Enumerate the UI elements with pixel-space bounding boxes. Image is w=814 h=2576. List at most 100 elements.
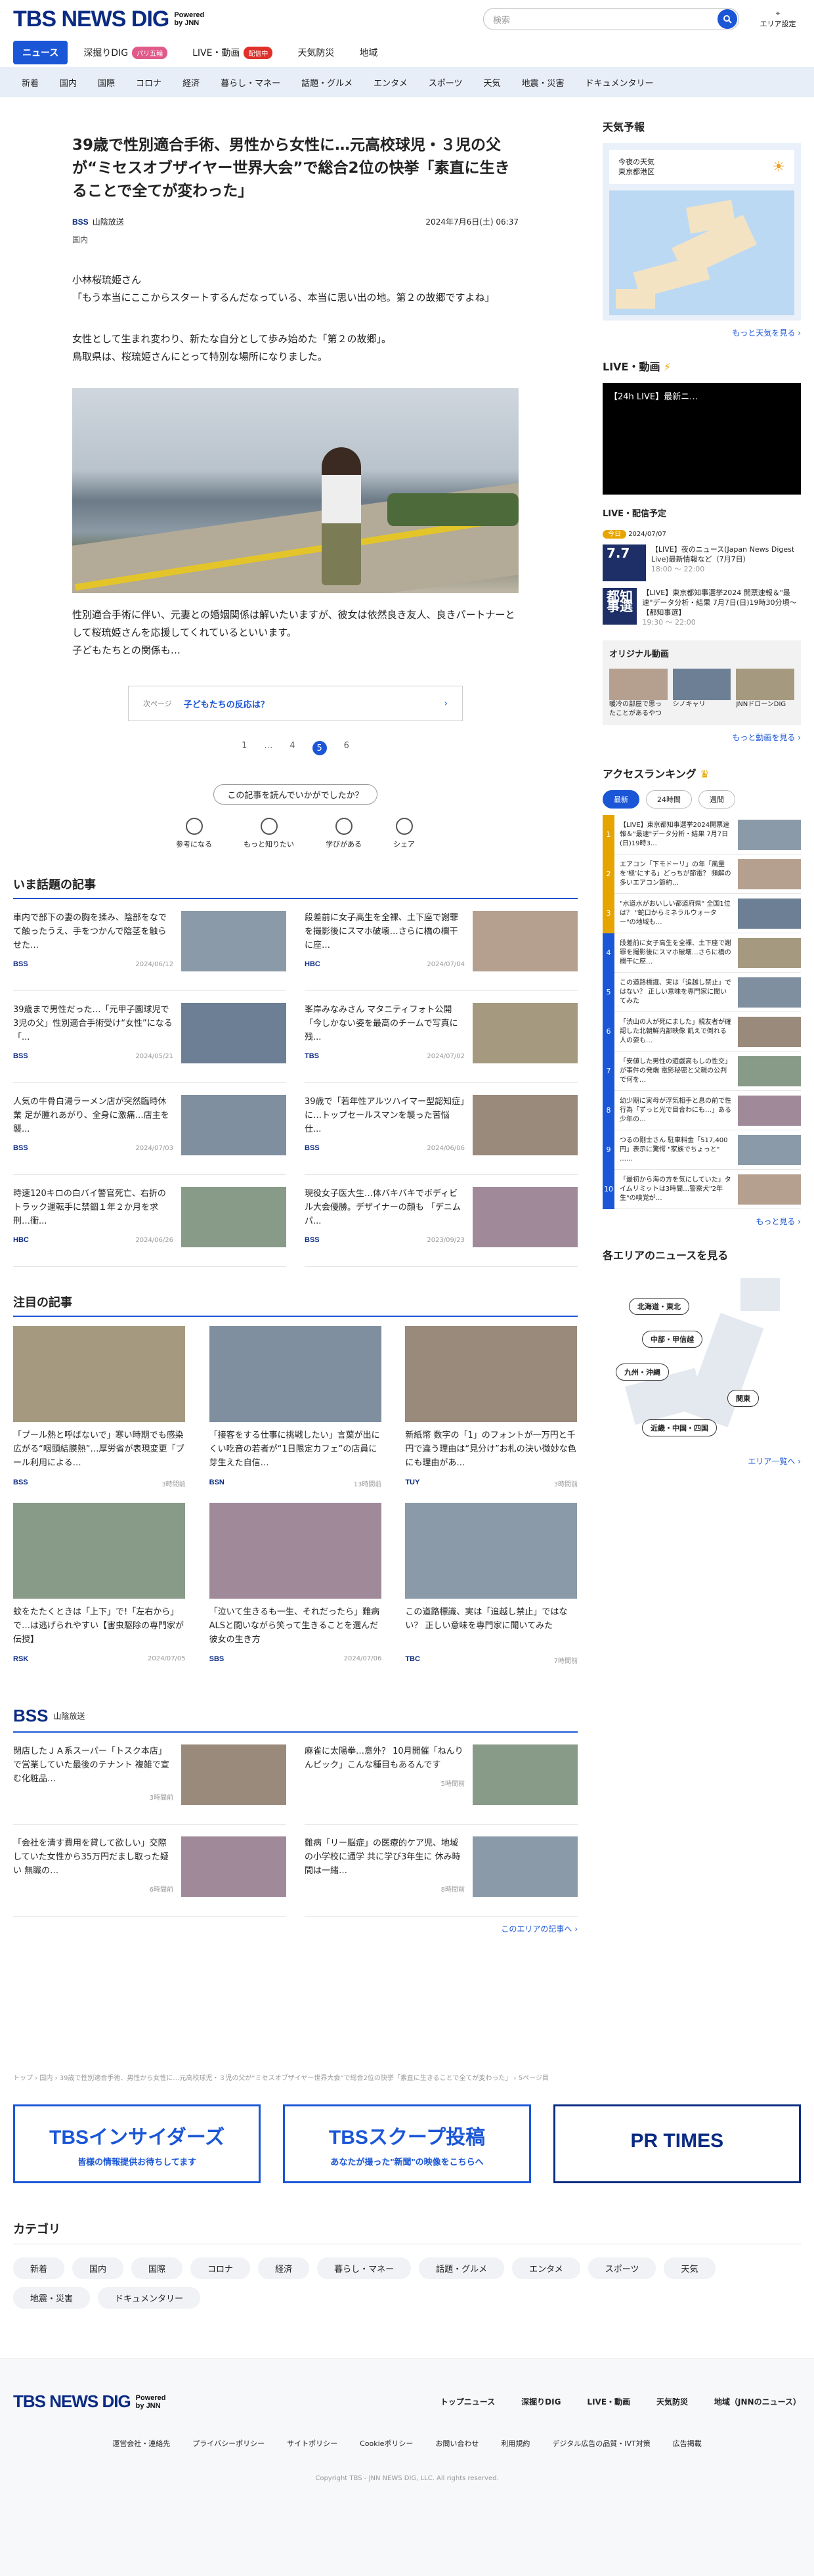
banner-2[interactable]: PR TIMES [553, 2104, 801, 2183]
ranking-tab[interactable]: 週間 [698, 790, 735, 809]
ranking-tab[interactable]: 最新 [603, 790, 639, 809]
sub-nav-item[interactable]: 天気 [475, 72, 509, 93]
category-pill[interactable]: 天気 [664, 2257, 716, 2279]
ranking-item[interactable]: 6 「渋山の人が死にました」親友者が確認した北朝鮮内部映像 飢えで倒れる人の姿も… [603, 1011, 801, 1052]
footer-link[interactable]: 利用規約 [501, 2438, 530, 2449]
category-pill[interactable]: ドキュメンタリー [98, 2287, 201, 2309]
area-button[interactable]: 九州・沖縄 [616, 1364, 669, 1381]
sub-nav-item[interactable]: 国際 [89, 72, 123, 93]
sub-nav-item[interactable]: 地震・災害 [513, 72, 573, 93]
feedback-button[interactable]: 学びがある [326, 818, 362, 849]
trending-card[interactable]: 段差前に女子高生を全裸、土下座で謝罪を撮影後にスマホ破壊…さらに橋の欄干に座… H… [305, 899, 578, 991]
bss-card[interactable]: 難病「リー脳症」の医療的ケア児、地域の小学校に通学 共に学び3年生に 休み時間は… [305, 1825, 578, 1917]
footer-nav-link[interactable]: 地域（JNNのニュース） [714, 2396, 801, 2407]
article-source-logo[interactable]: BSS [72, 217, 89, 227]
category-pill[interactable]: 経済 [258, 2257, 310, 2279]
live-video-player[interactable]: 【24h LIVE】最新ニ… [603, 383, 801, 495]
footer-link[interactable]: Cookieポリシー [360, 2438, 413, 2449]
category-pill[interactable]: 話題・グルメ [419, 2257, 505, 2279]
nav-item-0[interactable]: ニュース [13, 41, 68, 64]
page-link[interactable]: 1 [242, 741, 247, 755]
footer-nav-link[interactable]: 深掘りDIG [521, 2396, 561, 2407]
category-pill[interactable]: 国内 [72, 2257, 124, 2279]
sub-nav-item[interactable]: 暮らし・マネー [212, 72, 289, 93]
original-video-card[interactable]: 暖冷の部屋で思ったことがあるやつ [609, 669, 668, 719]
trending-card[interactable]: 39歳で「若年性アルツハイマー型認知症」に…トップセールスマンを襲った苦悩 仕.… [305, 1083, 578, 1175]
ranking-item[interactable]: 3 "水道水がおいしい都道府県" 全国1位は？ "蛇口からミネラルウォーター"の地… [603, 893, 801, 933]
search-input[interactable]: 検索 [483, 8, 739, 30]
ranking-item[interactable]: 9 つるの剛士さん 駐車料金「517,400円」表示に驚愕 "家族でちょっと" …… [603, 1130, 801, 1170]
trending-card[interactable]: 車内で部下の妻の胸を揉み、陰部をなでて触ったうえ、手をつかんで陰茎を触らせた… B… [13, 899, 286, 991]
nav-item-3[interactable]: 天気防災 [288, 41, 343, 64]
area-more-link[interactable]: エリア一覧へ › [603, 1455, 801, 1467]
footer-link[interactable]: 運営会社・連絡先 [112, 2438, 170, 2449]
category-pill[interactable]: 地震・災害 [13, 2287, 91, 2309]
page-link[interactable]: 6 [344, 741, 349, 755]
featured-card[interactable]: この道路標識、実は「追越し禁止」ではない？ 正しい意味を専門家に聞いてみた TBC… [405, 1503, 578, 1665]
article-source-name[interactable]: 山陰放送 [93, 216, 124, 227]
schedule-item[interactable]: 7.7 【LIVE】夜のニュース(Japan News Digest Live)最… [603, 544, 801, 581]
sub-nav-item[interactable]: 話題・グルメ [293, 72, 361, 93]
ranking-item[interactable]: 7 「安値した男性の遊戯高もしの性交」が事件の発端 電影秘密と父親の公判で何を… [603, 1051, 801, 1091]
bss-card[interactable]: 麻雀に太陽拳…意外？ 10月開催「ねんりんピック」こんな種目もあるんです 5時間前 [305, 1733, 578, 1825]
trending-card[interactable]: 時速120キロの白バイ警官死亡、右折のトラック運転手に禁錮１年２か月を求刑…衝.… [13, 1175, 286, 1267]
area-button[interactable]: 関東 [727, 1390, 759, 1407]
feedback-button[interactable]: シェア [393, 818, 415, 849]
category-pill[interactable]: 新着 [13, 2257, 65, 2279]
ranking-more-link[interactable]: もっと見る › [603, 1216, 801, 1227]
footer-link[interactable]: お問い合わせ [435, 2438, 479, 2449]
featured-card[interactable]: 「プール熱と呼ばないで」寒い時期でも感染広がる“咽頭結膜熱”…厚労省が表現変更「… [13, 1326, 186, 1488]
trending-card[interactable]: 人気の牛骨白湯ラーメン店が突然臨時休業 足が腫れあがり、全身に激痛…店主を襲..… [13, 1083, 286, 1175]
sub-nav-item[interactable]: 経済 [174, 72, 208, 93]
area-button[interactable]: 近畿・中国・四国 [642, 1419, 717, 1436]
footer-link[interactable]: プライバシーポリシー [192, 2438, 265, 2449]
next-page-button[interactable]: 次ページ 子どもたちの反応は？ › [128, 686, 463, 721]
footer-link[interactable]: デジタル広告の品質・IVT対策 [552, 2438, 650, 2449]
sub-nav-item[interactable]: ドキュメンタリー [577, 72, 662, 93]
category-pill[interactable]: 国際 [131, 2257, 183, 2279]
banner-0[interactable]: TBSインサイダーズ 皆様の情報提供お待ちしてます [13, 2104, 261, 2183]
sub-nav-item[interactable]: 新着 [13, 72, 47, 93]
sub-nav-item[interactable]: 国内 [51, 72, 85, 93]
sub-nav-item[interactable]: エンタメ [365, 72, 416, 93]
original-video-card[interactable]: JNNドローンDIG [736, 669, 795, 719]
ranking-item[interactable]: 8 幼少期に実母が浮気相手と息の前で性行為「ずっと光で目合わにも…」ある少年の… [603, 1090, 801, 1130]
ranking-item[interactable]: 5 この道路標識、実は「追越し禁止」ではない？ 正しい意味を専門家に聞いてみた [603, 972, 801, 1012]
trending-card[interactable]: 峯岸みなみさん マタニティフォト公開 「今しかない姿を最高のチームで写真に残..… [305, 991, 578, 1083]
page-link[interactable]: 5 [312, 741, 327, 755]
weather-widget[interactable]: 今夜の天気 東京都港区 ☀ [603, 143, 801, 321]
sub-nav-item[interactable]: スポーツ [420, 72, 471, 93]
featured-card[interactable]: 蚊をたたくときは「上下」で!「左右から」で…は逃げられやすい【害虫駆除の専門家が… [13, 1503, 186, 1665]
nav-item-1[interactable]: 深掘りDIG パリ五輪 [74, 41, 177, 64]
sub-nav-item[interactable]: コロナ [127, 72, 170, 93]
footer-nav-link[interactable]: 天気防災 [656, 2396, 688, 2407]
feedback-button[interactable]: 参考になる [176, 818, 212, 849]
trending-card[interactable]: 現役女子医大生…体バキバキでボディビル大会優勝。デザイナーの顔も 「デニムパ..… [305, 1175, 578, 1267]
nav-item-2[interactable]: LIVE・動画 配信中 [183, 41, 282, 64]
schedule-item[interactable]: 都知事選 【LIVE】東京都知事選挙2024 開票速報＆"最速"データ分析・結果 … [603, 588, 801, 627]
bss-more-link[interactable]: このエリアの記事へ › [13, 1923, 578, 1934]
bss-card[interactable]: 「会社を清す費用を貸して欲しい」交際していた女性から35万円だまし取った疑い 無… [13, 1825, 286, 1917]
bss-logo[interactable]: BSS [13, 1706, 48, 1726]
article-category[interactable]: 国内 [72, 234, 519, 245]
ranking-item[interactable]: 4 段差前に女子高生を全裸、土下座で謝罪を撮影後にスマホ破壊…さらに橋の欄干に座… [603, 933, 801, 973]
page-link[interactable]: 4 [289, 741, 295, 755]
featured-card[interactable]: 新紙幣 数字の「1」のフォントが一万円と千円で違う理由は“見分け”お札の決い微妙… [405, 1326, 578, 1488]
footer-nav-link[interactable]: トップニュース [440, 2396, 495, 2407]
breadcrumb[interactable]: トップ › 国内 › 39歳で性別適合手術、男性から女性に…元高校球児・３児の父… [13, 2072, 801, 2082]
category-pill[interactable]: スポーツ [588, 2257, 656, 2279]
site-logo[interactable]: TBS NEWS DIG Powered by JNN [13, 7, 204, 32]
featured-card[interactable]: 「接客をする仕事に挑戦したい」言葉が出にくい吃音の若者が“1日限定カフェ”の店員… [209, 1326, 381, 1488]
feedback-button[interactable]: もっと知りたい [244, 818, 294, 849]
area-settings-button[interactable]: ⌖ エリア設定 [755, 9, 801, 29]
footer-link[interactable]: 広告掲載 [673, 2438, 702, 2449]
video-more-link[interactable]: もっと動画を見る › [603, 732, 801, 743]
category-pill[interactable]: エンタメ [512, 2257, 580, 2279]
ranking-item[interactable]: 1 【LIVE】東京都知事選挙2024開票速報＆"最速"データ分析・結果 7月7日… [603, 814, 801, 855]
weather-more-link[interactable]: もっと天気を見る › [603, 327, 801, 338]
ranking-item[interactable]: 2 エアコン「下モドーリ」の年「風量を‘極’にする」どっちが節電？ 頻解の多いエア… [603, 854, 801, 894]
footer-logo[interactable]: TBS NEWS DIG Powered by JNN [13, 2391, 166, 2412]
footer-nav-link[interactable]: LIVE・動画 [587, 2396, 630, 2407]
featured-card[interactable]: 「泣いて生きるも一生、それだったら」難病ALSと闘いながら笑って生きることを選ん… [209, 1503, 381, 1665]
area-button[interactable]: 北海道・東北 [629, 1298, 689, 1315]
